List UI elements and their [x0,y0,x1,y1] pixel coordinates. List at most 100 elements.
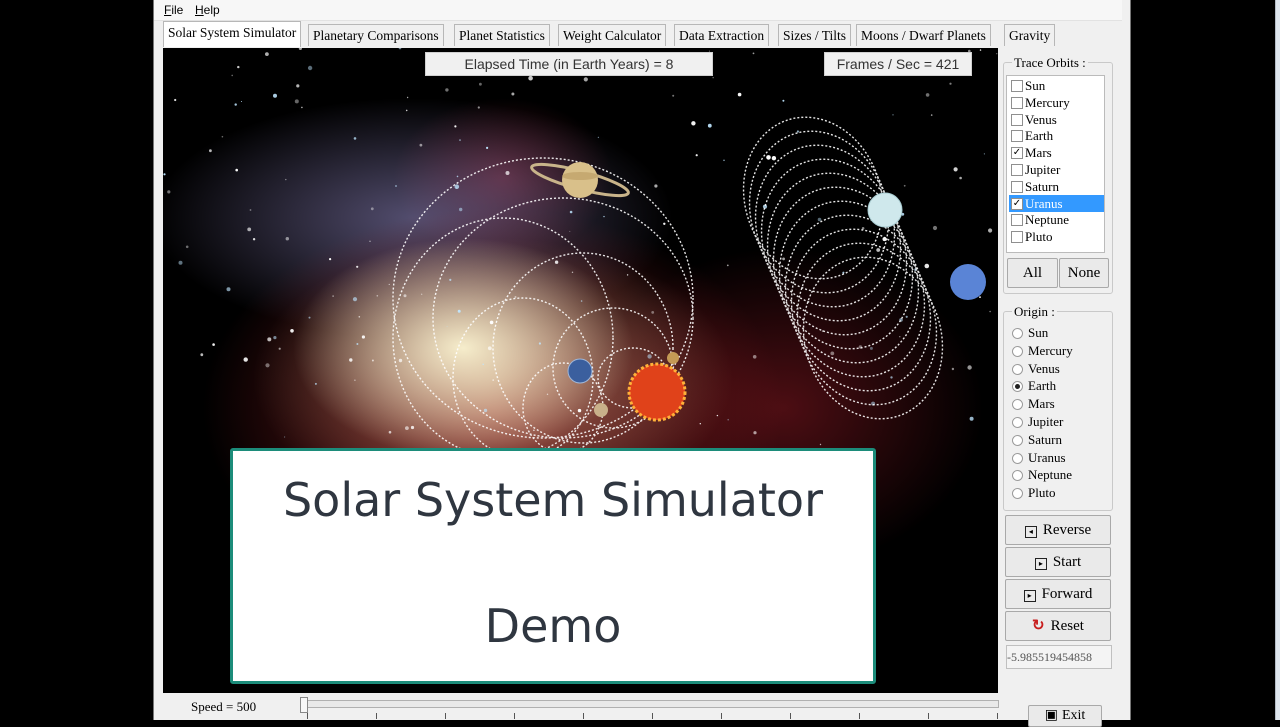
star [654,184,658,188]
checkbox[interactable] [1011,113,1023,126]
trace-orbits-list[interactable]: Sun Mercury Venus Earth ✓ Mars Jupiter Saturn ✓ U… [1006,75,1105,253]
trace-none-button[interactable]: None [1059,258,1109,288]
star [554,260,559,264]
star [876,248,881,252]
trace-orbit-item-pluto[interactable]: Pluto [1009,228,1104,245]
tab-gravity[interactable]: Gravity [1004,24,1056,46]
origin-option-label: Uranus [1028,449,1066,465]
earth-planet [567,358,593,384]
radio-button[interactable] [1012,417,1023,428]
star [477,106,480,109]
star [163,173,166,176]
star [716,414,719,417]
checkbox[interactable] [1011,231,1023,244]
speed-tick [307,713,308,719]
checkbox[interactable]: ✓ [1011,197,1023,210]
star [403,294,407,298]
speed-label: Speed = 500 [191,699,257,714]
trace-orbits-label: Trace Orbits : [1012,55,1088,71]
radio-button[interactable] [1012,452,1023,464]
trace-orbit-label: Mercury [1025,94,1070,110]
star [267,337,272,342]
star [301,106,303,109]
trace-orbit-label: Pluto [1025,229,1053,245]
star [273,336,277,340]
star [459,207,463,212]
trace-orbit-label: Uranus [1025,195,1063,211]
star [830,351,835,356]
star [505,171,510,175]
trace-orbit-label: Saturn [1025,178,1059,194]
reverse-button[interactable]: ◂ Reverse [1005,515,1111,545]
tab-weight-calculator[interactable]: Weight Calculator [558,24,667,46]
coordinate-readout: -5.985519454858 [1006,645,1112,669]
fps-display: Frames / Sec = 421 [824,52,972,76]
menu-file[interactable]: File [164,3,183,17]
tab-planet-statistics[interactable]: Planet Statistics [454,24,550,46]
star [727,418,729,421]
trace-orbit-item-venus[interactable]: Venus [1009,111,1104,128]
star [782,257,785,261]
checkbox[interactable] [1011,180,1023,193]
trace-orbit-item-uranus[interactable]: ✓ Uranus [1009,194,1104,212]
speed-slider[interactable] [307,700,999,708]
elapsed-time-display: Elapsed Time (in Earth Years) = 8 [425,52,713,76]
radio-button[interactable] [1012,363,1023,375]
checkbox[interactable]: ✓ [1011,147,1023,160]
trace-orbit-item-earth[interactable]: Earth [1009,127,1104,144]
start-button[interactable]: ▸ Start [1005,547,1111,577]
trace-orbit-item-mercury[interactable]: Mercury [1009,94,1104,111]
exit-button[interactable]: ▣ Exit [1028,705,1102,727]
origin-option-label: Venus [1028,360,1060,376]
origin-option-label: Earth [1028,378,1057,394]
checkbox[interactable] [1011,214,1023,227]
star [178,260,183,265]
tab-planetary-comparisons[interactable]: Planetary Comparisons [308,24,444,46]
trace-orbit-item-neptune[interactable]: Neptune [1009,211,1104,228]
simulation-canvas[interactable]: Elapsed Time (in Earth Years) = 8 Frames… [163,48,998,693]
checkbox[interactable] [1011,96,1023,109]
origin-option-label: Mercury [1028,342,1073,358]
start-label: Start [1052,554,1082,570]
speed-tick [652,713,653,719]
star [405,426,409,430]
forward-button[interactable]: ▸ Forward [1005,579,1111,609]
trace-orbit-item-saturn[interactable]: Saturn [1009,178,1104,195]
forward-icon: ▸ [1023,590,1036,602]
star [996,53,998,55]
star [924,263,930,269]
app-window: File Help Solar System Simulator Planeta… [153,0,1280,727]
star [395,185,397,187]
star [699,423,701,425]
trace-orbit-item-jupiter[interactable]: Jupiter [1009,161,1104,178]
tab-data-extraction[interactable]: Data Extraction [674,24,770,46]
star [247,227,252,232]
trace-orbit-item-mars[interactable]: ✓ Mars [1009,144,1104,161]
star [580,300,583,302]
tab-moons-dwarf-planets[interactable]: Moons / Dwarf Planets [856,24,991,46]
star [949,82,952,85]
menu-bar: File Help [154,0,1122,21]
checkbox[interactable] [1011,80,1023,92]
tab-solar-system-simulator[interactable]: Solar System Simulator [163,21,302,47]
star [371,359,374,362]
speed-slider-thumb[interactable] [300,697,308,713]
star [243,357,248,362]
checkbox[interactable] [1011,164,1023,176]
checkbox[interactable] [1011,130,1023,143]
exit-icon: ▣ [1044,708,1058,723]
menu-help[interactable]: Help [195,3,220,17]
tab-sizes-tilts[interactable]: Sizes / Tilts [778,24,852,46]
origin-option-label: Saturn [1028,431,1062,447]
radio-button[interactable] [1012,345,1023,357]
radio-button[interactable] [1012,434,1023,446]
speed-tick [997,713,998,719]
trace-all-button[interactable]: All [1007,258,1058,288]
reset-button[interactable]: ↻ Reset [1005,611,1111,641]
star [651,311,655,314]
origin-label: Origin : [1012,304,1057,320]
trace-orbit-item-sun[interactable]: Sun [1009,77,1104,94]
radio-button[interactable] [1012,328,1023,339]
star [903,184,906,187]
star [419,143,423,147]
